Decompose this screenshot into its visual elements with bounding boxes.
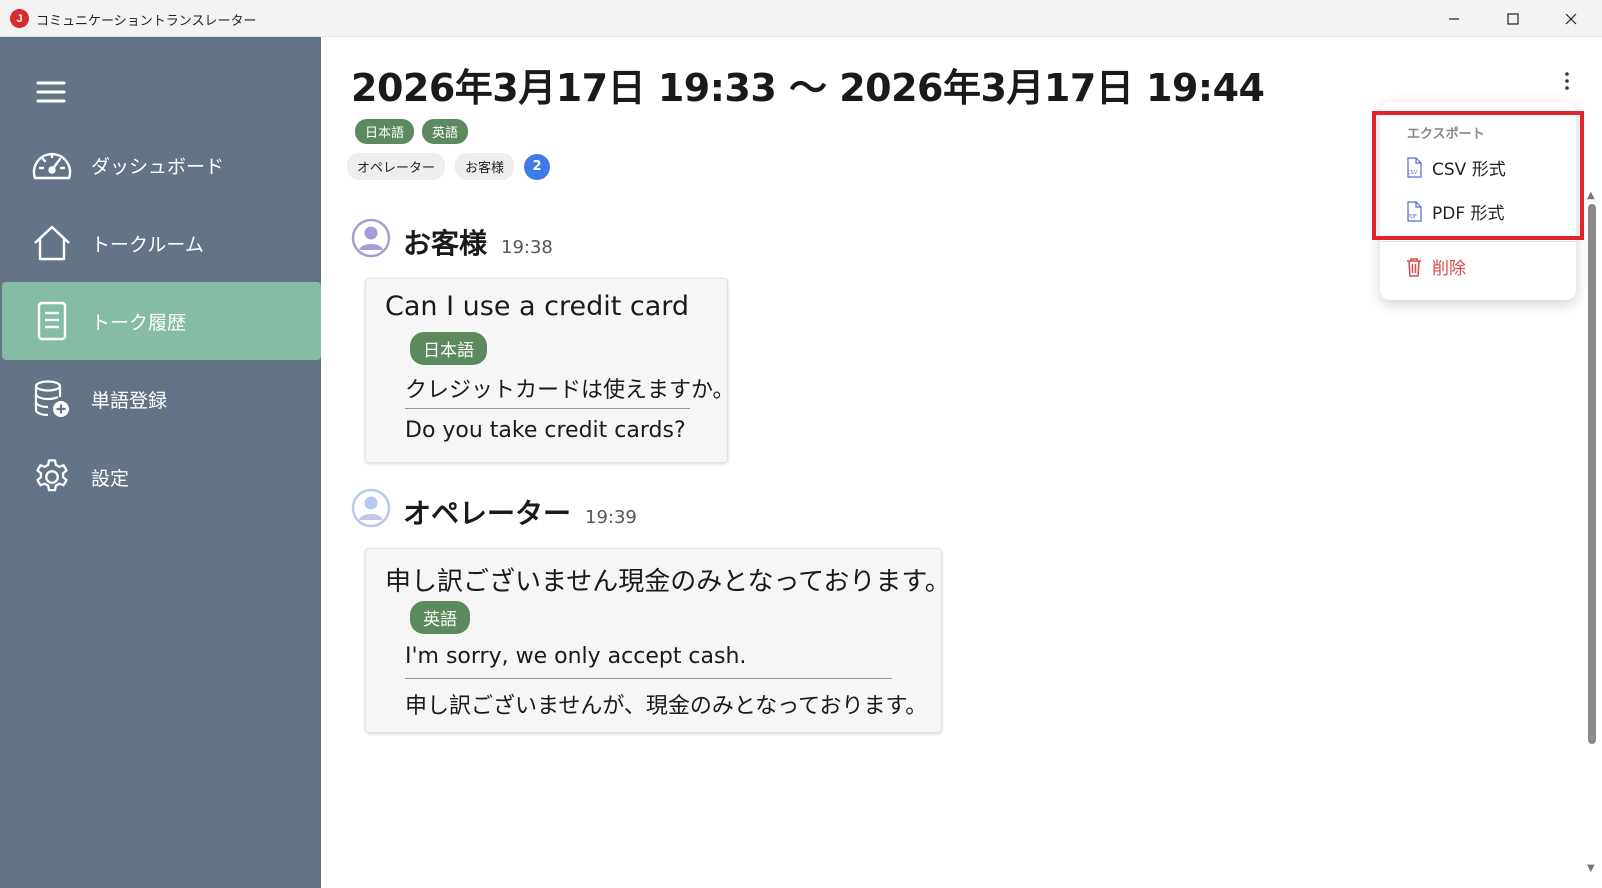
original-text: Can I use a credit card [385,291,690,322]
menu-item-label: CSV 形式 [1432,160,1506,180]
sidebar-item-settings[interactable]: 設定 [2,438,321,516]
svg-text:PDF: PDF [1407,214,1417,220]
minimize-button[interactable] [1425,0,1483,37]
page-title: 2026年3月17日 19:33 〜 2026年3月17日 19:44 [351,66,1265,110]
speaker-name: オペレーター [403,497,572,530]
menu-divider [1380,241,1576,242]
sidebar-item-talk-room[interactable]: トークルーム [2,204,321,282]
gear-icon [30,455,74,499]
window-title: コミュニケーショントランスレーター [36,14,257,29]
message-bubble: 申し訳ございません現金のみとなっております。 英語 I'm sorry, we … [365,548,951,733]
scroll-thumb[interactable] [1588,204,1596,744]
participant-chips: オペレーター お客様 2 [347,153,551,180]
dashboard-gauge-icon [30,143,74,187]
pdf-file-icon: PDF [1407,200,1422,222]
avatar-operator [351,488,391,528]
sidebar-item-label: 設定 [91,467,130,490]
user-avatar-icon [351,488,391,528]
sidebar-item-label: トークルーム [91,233,204,256]
hamburger-menu-icon [36,81,66,103]
message-time: 19:39 [585,507,637,528]
more-vertical-icon [1565,72,1569,90]
csv-file-icon: CSV [1407,156,1422,178]
participant-chip: オペレーター [347,153,446,180]
menu-item-label: PDF 形式 [1432,204,1505,224]
sidebar-item-label: トーク履歴 [91,311,187,334]
language-chip: 日本語 [355,119,415,144]
user-avatar-icon [351,218,391,258]
options-dropdown-menu: エクスポート CSV CSV 形式 PDF PDF 形式 削除 [1380,102,1576,300]
minimize-icon [1449,17,1459,20]
document-icon [30,299,74,343]
message-header: お客様 19:38 [403,222,553,262]
back-translation-text: 申し訳ございませんが、現金のみとなっております。 [405,694,928,719]
vertical-scrollbar[interactable]: ▲ ▼ [1586,190,1598,888]
scroll-down-arrow-icon[interactable]: ▼ [1587,863,1595,874]
title-bar: J コミュニケーショントランスレーター [0,0,1602,37]
sidebar-item-dashboard[interactable]: ダッシュボード [2,126,321,204]
message-time: 19:38 [501,237,553,258]
menu-item-label: 削除 [1432,259,1466,279]
sidebar-item-talk-history[interactable]: トーク履歴 [2,282,321,360]
divider [405,408,690,409]
avatar-customer [351,218,391,258]
delete-menu-item[interactable]: 削除 [1404,254,1466,279]
close-icon [1565,13,1577,24]
svg-text:CSV: CSV [1407,170,1418,176]
speaker-name: お客様 [403,227,488,260]
sidebar-item-label: ダッシュボード [91,155,225,178]
translation-language-chip: 日本語 [410,332,487,365]
divider [405,678,892,679]
participant-count-badge: 2 [524,153,551,180]
translated-text: I'm sorry, we only accept cash. [405,644,747,669]
home-icon [30,221,74,265]
message-bubble: Can I use a credit card 日本語 クレジットカードは使えま… [365,278,735,463]
original-text: 申し訳ございません現金のみとなっております。 [385,567,951,597]
close-button[interactable] [1542,0,1600,37]
sidebar-item-word-registration[interactable]: 単語登録 [2,360,321,438]
translation-language-chip: 英語 [410,601,470,634]
back-translation-text: Do you take credit cards? [405,418,686,443]
app-logo-icon: J [10,9,29,28]
more-options-button[interactable] [1557,69,1577,93]
translated-text: クレジットカードは使えますか。 [405,378,735,403]
participant-chip: お客様 [455,153,515,180]
message-header: オペレーター 19:39 [403,492,637,532]
language-chips: 日本語 英語 [355,119,469,144]
maximize-icon [1507,12,1519,25]
export-csv-menu-item[interactable]: CSV CSV 形式 [1404,155,1506,180]
app-window: J コミュニケーショントランスレーター ダッシュボード トークルーム トーク履歴… [0,0,1602,888]
menu-section-header: エクスポート [1407,127,1485,142]
sidebar-item-label: 単語登録 [91,389,168,412]
sidebar: ダッシュボード トークルーム トーク履歴 単語登録 設定 [0,37,321,888]
export-pdf-menu-item[interactable]: PDF PDF 形式 [1404,199,1505,224]
scroll-up-arrow-icon[interactable]: ▲ [1587,190,1595,201]
menu-toggle-button[interactable] [36,79,66,105]
trash-icon [1407,257,1421,277]
language-chip: 英語 [422,119,469,144]
maximize-button[interactable] [1484,0,1542,37]
database-add-icon [30,377,74,421]
